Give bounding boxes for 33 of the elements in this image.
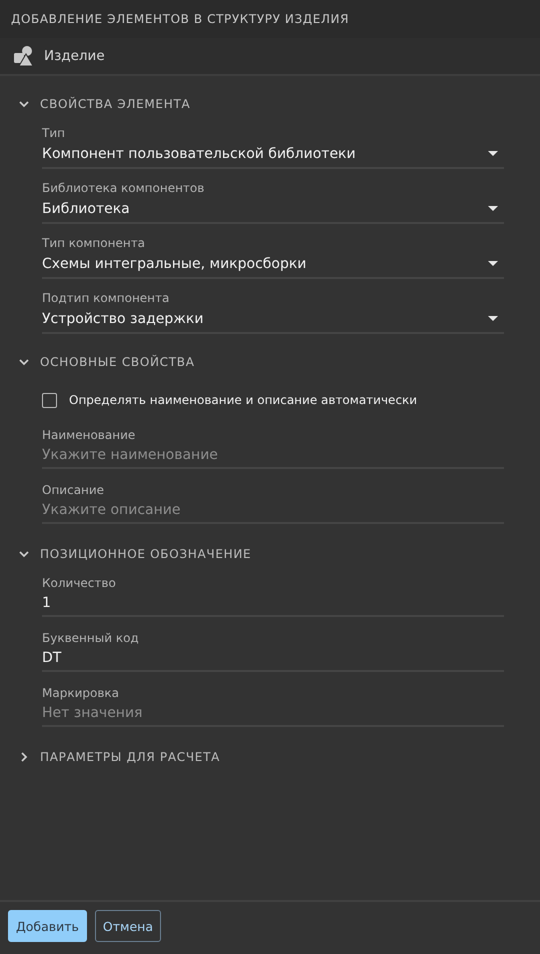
input-field[interactable]: 1 bbox=[42, 591, 504, 617]
section-header[interactable]: ПОЗИЦИОННОЕ ОБОЗНАЧЕНИЕ bbox=[13, 540, 252, 568]
window-title: ДОБАВЛЕНИЕ ЭЛЕМЕНТОВ В СТРУКТУРУ ИЗДЕЛИЯ bbox=[11, 12, 350, 26]
cancel-button[interactable]: Отмена bbox=[94, 910, 161, 942]
section-header[interactable]: СВОЙСТВА ЭЛЕМЕНТА bbox=[13, 90, 190, 118]
field-label: Тип bbox=[42, 126, 65, 141]
field-label: Тип компонента bbox=[42, 236, 146, 251]
field-label: Библиотека компонентов bbox=[42, 181, 204, 196]
input-field[interactable]: Укажите наименование bbox=[42, 443, 504, 469]
shapes-icon bbox=[13, 45, 35, 67]
dropdown-field[interactable]: Устройство задержки bbox=[42, 306, 504, 334]
add-button[interactable]: Добавить bbox=[8, 910, 87, 942]
field-label: Наименование bbox=[42, 428, 136, 443]
checkbox-label: Определять наименование и описание автоматически bbox=[69, 393, 418, 407]
caret-icon bbox=[488, 151, 498, 157]
dropdown-field[interactable]: Компонент пользовательской библиотеки bbox=[42, 141, 504, 169]
caret-icon bbox=[488, 316, 498, 322]
field-label: Маркировка bbox=[42, 686, 120, 701]
caret-icon bbox=[488, 261, 498, 267]
caret-icon bbox=[488, 206, 498, 212]
dropdown-field[interactable]: Схемы интегральные, микросборки bbox=[42, 251, 504, 279]
dropdown-field[interactable]: Библиотека bbox=[42, 196, 504, 224]
field-label: Подтип компонента bbox=[42, 291, 170, 306]
section-header[interactable]: ОСНОВНЫЕ СВОЙСТВА bbox=[13, 348, 195, 376]
input-field[interactable]: DT bbox=[42, 646, 504, 672]
field-label: Буквенный код bbox=[42, 631, 139, 646]
input-field[interactable]: Укажите описание bbox=[42, 498, 504, 524]
product-label: Изделие bbox=[44, 48, 105, 64]
checkbox[interactable] bbox=[42, 392, 57, 408]
field-label: Описание bbox=[42, 483, 104, 498]
section-header[interactable]: ПАРАМЕТРЫ ДЛЯ РАСЧЕТА bbox=[13, 743, 220, 771]
input-field[interactable]: Нет значения bbox=[42, 701, 504, 727]
field-label: Количество bbox=[42, 576, 116, 591]
